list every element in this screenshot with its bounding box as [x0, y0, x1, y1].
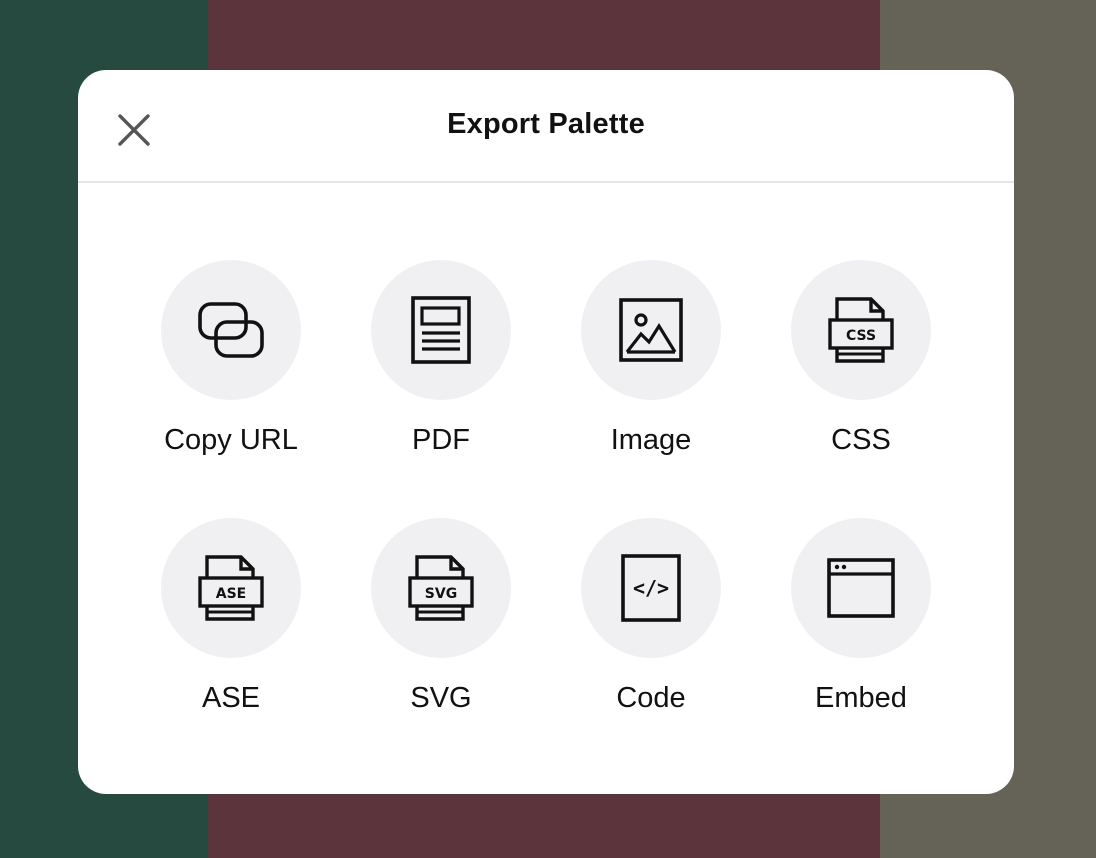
- file-badge-text: ASE: [216, 586, 246, 602]
- svg-file-icon: SVG: [408, 555, 474, 621]
- link-icon: [198, 302, 264, 358]
- option-label: SVG: [410, 682, 472, 714]
- file-badge-text: SVG: [425, 586, 457, 602]
- dialog-header: Export Palette: [78, 70, 1014, 183]
- export-option-image[interactable]: Image: [546, 260, 756, 480]
- code-glyph: </>: [633, 576, 669, 600]
- export-option-ase[interactable]: ASE ASE: [126, 518, 336, 738]
- option-label: Copy URL: [164, 424, 298, 456]
- export-option-code[interactable]: </> Code: [546, 518, 756, 738]
- document-icon: [411, 296, 471, 364]
- dialog-title: Export Palette: [447, 108, 645, 140]
- option-label: ASE: [201, 682, 261, 714]
- export-option-css[interactable]: CSS CSS: [756, 260, 966, 480]
- export-option-copy-url[interactable]: Copy URL: [126, 260, 336, 480]
- browser-window-icon: [827, 558, 895, 618]
- code-icon: </>: [621, 554, 681, 622]
- export-option-embed[interactable]: Embed: [756, 518, 966, 738]
- option-label: Image: [610, 424, 692, 456]
- option-label: PDF: [412, 424, 470, 456]
- option-label: Code: [616, 682, 686, 714]
- image-icon: [619, 298, 683, 362]
- export-option-pdf[interactable]: PDF: [336, 260, 546, 480]
- file-badge-text: CSS: [846, 328, 876, 344]
- option-label: CSS: [831, 424, 891, 456]
- ase-file-icon: ASE: [198, 555, 264, 621]
- option-label: Embed: [815, 682, 907, 714]
- css-file-icon: CSS: [828, 297, 894, 363]
- export-palette-dialog: Export Palette Copy URL PDF Image CSS CS…: [78, 70, 1014, 794]
- export-option-svg[interactable]: SVG SVG: [336, 518, 546, 738]
